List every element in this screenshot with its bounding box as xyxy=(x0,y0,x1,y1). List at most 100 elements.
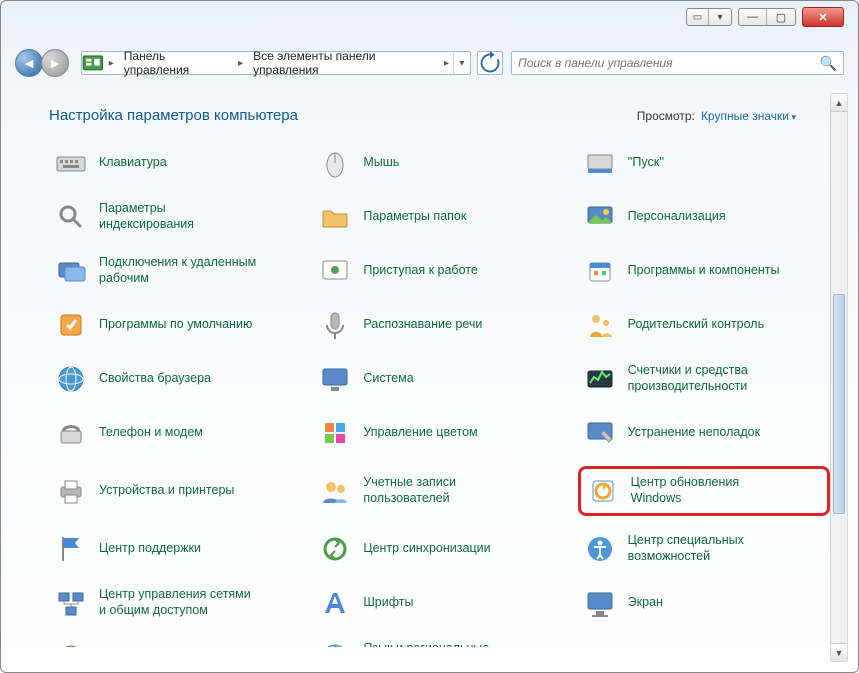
cp-item-label: Язык и региональные стандарты xyxy=(363,641,523,647)
view-control: Просмотр: Крупные значки xyxy=(637,109,796,123)
cp-item[interactable]: Учетные записи пользователей xyxy=(313,466,565,516)
cp-item[interactable]: Устройства и принтеры xyxy=(49,466,301,516)
content-area: Настройка параметров компьютера Просмотр… xyxy=(1,93,858,672)
cp-item[interactable]: Мышь xyxy=(313,142,565,184)
cp-item[interactable]: Программы и компоненты xyxy=(578,250,830,292)
cp-item[interactable]: Параметры папок xyxy=(313,196,565,238)
chevron-right-icon[interactable]: ▸ xyxy=(105,58,118,69)
cp-item[interactable]: Центр специальных возможностей xyxy=(578,528,830,570)
chevron-right-icon[interactable]: ▸ xyxy=(234,58,247,69)
cp-item[interactable]: Устранение неполадок xyxy=(578,412,830,454)
search-input[interactable] xyxy=(518,56,820,70)
cp-item[interactable]: ''Пуск'' xyxy=(578,142,830,184)
cp-item-label: Управление цветом xyxy=(363,425,477,441)
min-max-group: — ▢ xyxy=(738,8,796,26)
cp-item-label: Счетчики и средства производительности xyxy=(628,363,788,394)
cp-item[interactable]: Электропитание xyxy=(49,636,301,647)
cp-item-label: Программы и компоненты xyxy=(628,263,780,279)
cp-item-label: Свойства браузера xyxy=(99,371,211,387)
forward-button[interactable]: ► xyxy=(41,49,69,77)
keyboard-icon xyxy=(53,145,89,181)
compat-dropdown-icon[interactable]: ▾ xyxy=(709,9,731,25)
scroll-down-button[interactable]: ▼ xyxy=(831,643,847,661)
cp-item[interactable]: Шрифты xyxy=(313,582,565,624)
cp-item-label: ''Пуск'' xyxy=(628,155,664,171)
system-icon xyxy=(317,361,353,397)
cp-item[interactable]: Параметры индексирования xyxy=(49,196,301,238)
cp-item[interactable]: Центр поддержки xyxy=(49,528,301,570)
cp-item[interactable]: Приступая к работе xyxy=(313,250,565,292)
cp-item-label: Центр специальных возможностей xyxy=(628,533,788,564)
cp-item[interactable]: Телефон и модем xyxy=(49,412,301,454)
breadcrumb[interactable]: ▸ Панель управления ▸ Все элементы панел… xyxy=(81,51,471,75)
compat-buttons[interactable]: ▭ ▾ xyxy=(686,8,732,26)
cp-item[interactable]: Экран xyxy=(578,582,830,624)
maximize-button[interactable]: ▢ xyxy=(767,9,795,25)
navbar: ◄ ► ▸ Панель управления ▸ Все элементы п… xyxy=(1,45,858,81)
cp-item-label: Устранение неполадок xyxy=(628,425,760,441)
ease-icon xyxy=(582,531,618,567)
cp-item-label: Распознавание речи xyxy=(363,317,482,333)
view-dropdown[interactable]: Крупные значки xyxy=(701,109,796,123)
page-title: Настройка параметров компьютера xyxy=(49,107,298,124)
cp-item[interactable]: Программы по умолчанию xyxy=(49,304,301,346)
view-label: Просмотр: xyxy=(637,109,695,123)
cp-item[interactable]: Родительский контроль xyxy=(578,304,830,346)
taskbar-icon xyxy=(582,145,618,181)
refresh-button[interactable] xyxy=(477,51,503,75)
vertical-scrollbar[interactable]: ▲ ▼ xyxy=(830,93,848,662)
perf-icon xyxy=(582,361,618,397)
cp-item[interactable]: Управление цветом xyxy=(313,412,565,454)
scroll-thumb[interactable] xyxy=(833,294,845,514)
cp-item-label: Центр управления сетями и общим доступом xyxy=(99,587,259,618)
cp-item[interactable]: Центр управления сетями и общим доступом xyxy=(49,582,301,624)
back-button[interactable]: ◄ xyxy=(15,49,43,77)
minimize-button[interactable]: — xyxy=(739,9,767,25)
cp-item[interactable]: Центр синхронизации xyxy=(313,528,565,570)
cp-item[interactable]: Свойства браузера xyxy=(49,358,301,400)
startup-icon xyxy=(317,253,353,289)
close-button[interactable]: ✕ xyxy=(802,7,844,27)
window-controls: ▭ ▾ — ▢ ✕ xyxy=(686,7,844,27)
control-panel-window: ▭ ▾ — ▢ ✕ ◄ ► ▸ Панель управления ▸ Все … xyxy=(0,0,859,673)
breadcrumb-dropdown[interactable]: ▾ xyxy=(453,52,470,74)
cp-item-label: Учетные записи пользователей xyxy=(363,475,523,506)
display-icon xyxy=(582,585,618,621)
cp-item-label: Персонализация xyxy=(628,209,726,225)
chevron-right-icon[interactable]: ▸ xyxy=(440,58,453,69)
cp-item[interactable]: Персонализация xyxy=(578,196,830,238)
breadcrumb-seg-1[interactable]: Панель управления xyxy=(118,52,234,74)
cp-item-label: Центр синхронизации xyxy=(363,541,490,557)
cp-item-label: Экран xyxy=(628,595,663,611)
cp-item[interactable]: Язык и региональные стандарты xyxy=(313,636,565,647)
programs-icon xyxy=(582,253,618,289)
cp-item-label: Программы по умолчанию xyxy=(99,317,252,333)
content-header: Настройка параметров компьютера Просмотр… xyxy=(49,107,830,124)
network-icon xyxy=(53,585,89,621)
cp-item[interactable]: Подключения к удаленным рабочим xyxy=(49,250,301,292)
mic-icon xyxy=(317,307,353,343)
fonts-icon xyxy=(317,585,353,621)
personalize-icon xyxy=(582,199,618,235)
scroll-up-button[interactable]: ▲ xyxy=(831,94,847,112)
cp-item[interactable]: Счетчики и средства производительности xyxy=(578,358,830,400)
search-icon[interactable]: 🔍 xyxy=(820,55,837,72)
breadcrumb-seg-2[interactable]: Все элементы панели управления xyxy=(247,52,440,74)
cp-item-label: Устройства и принтеры xyxy=(99,483,234,499)
phone-icon xyxy=(53,415,89,451)
compat-icon[interactable]: ▭ xyxy=(687,9,709,25)
search-box[interactable]: 🔍 xyxy=(511,51,844,75)
items-grid: Клавиатура Мышь ''Пуск'' Параметры индексир… xyxy=(49,142,830,647)
cp-item-label: Клавиатура xyxy=(99,155,167,171)
cp-item[interactable]: Система xyxy=(313,358,565,400)
cp-item[interactable]: Распознавание речи xyxy=(313,304,565,346)
cp-item-label: Телефон и модем xyxy=(99,425,203,441)
refresh-icon xyxy=(478,51,502,75)
mouse-icon xyxy=(317,145,353,181)
cp-item-label: Центр обновления Windows xyxy=(631,475,791,506)
cp-item-label: Приступая к работе xyxy=(363,263,477,279)
cp-item[interactable]: Центр обновления Windows xyxy=(578,466,830,516)
control-panel-icon[interactable] xyxy=(82,52,105,74)
cp-item[interactable]: Клавиатура xyxy=(49,142,301,184)
region-icon xyxy=(317,639,353,647)
